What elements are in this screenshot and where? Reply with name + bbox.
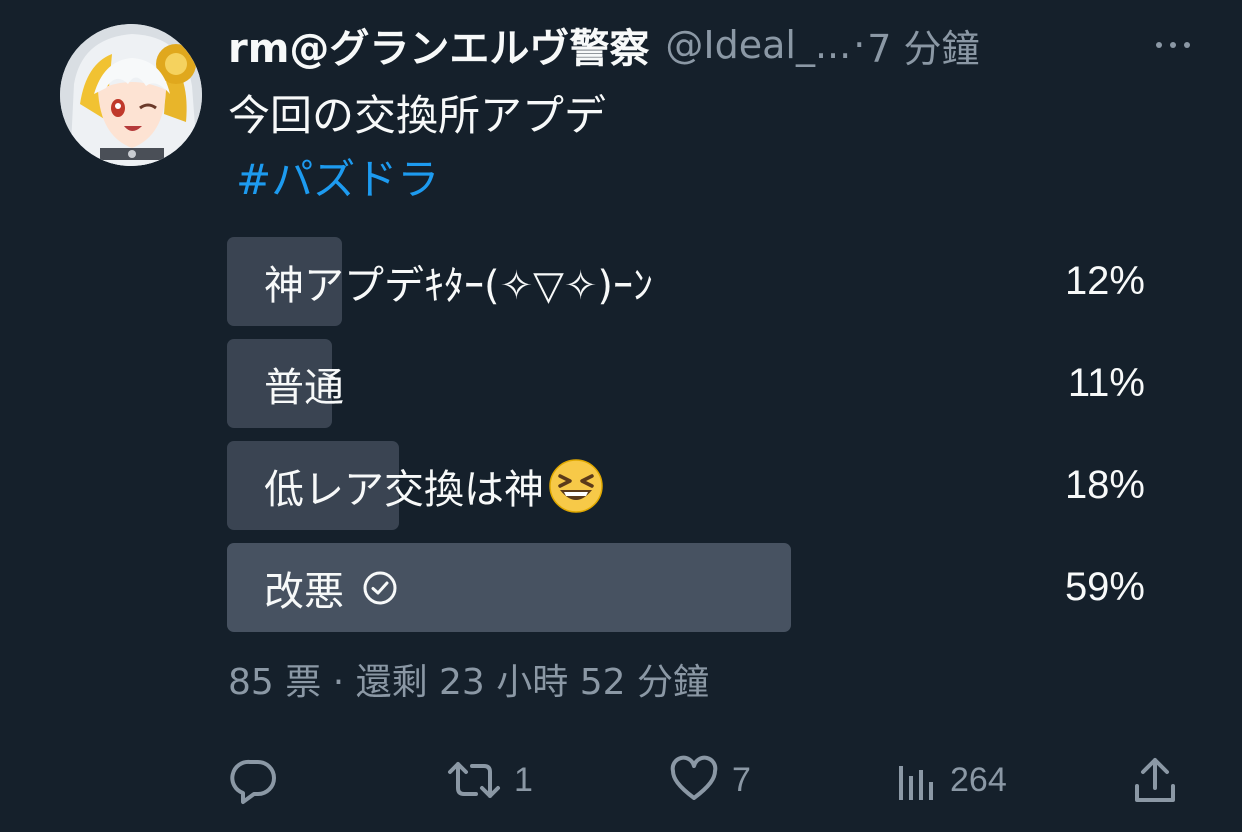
tweet-header: rm@グランエルヴ警察 @Ideal_... · 7 分鐘 (228, 14, 1194, 76)
voted-check-icon (362, 570, 398, 606)
poll-option-label: 低レア交換は神 (264, 441, 604, 530)
share-button[interactable] (1132, 752, 1178, 808)
retweet-count: 1 (514, 760, 533, 799)
more-options-icon[interactable] (1152, 25, 1194, 65)
retweet-icon (446, 754, 502, 806)
avatar-image (60, 24, 202, 166)
poll-option: 低レア交換は神 18% (227, 441, 1145, 530)
like-count: 7 (732, 760, 751, 799)
avatar[interactable] (60, 24, 202, 166)
timestamp[interactable]: 7 分鐘 (867, 18, 979, 73)
views-count: 264 (950, 760, 1007, 799)
poll-option-percent: 18% (1064, 463, 1145, 507)
poll-option-percent: 12% (1064, 259, 1145, 303)
poll-option: 普通 11% (227, 339, 1145, 428)
separator-dot: · (853, 23, 866, 67)
poll-option: 神アプデｷﾀｰ(✧▽✧)ｰﾝ 12% (227, 237, 1145, 326)
poll-meta: 85 票 · 還剩 23 小時 52 分鐘 (228, 662, 709, 703)
reply-button[interactable] (228, 752, 280, 808)
poll-option-label: 神アプデｷﾀｰ(✧▽✧)ｰﾝ (264, 237, 653, 326)
poll-option: 改悪 59% (227, 543, 1145, 632)
retweet-button[interactable]: 1 (446, 752, 533, 808)
poll-option-text: 普通 (264, 364, 344, 411)
poll-option-percent: 59% (1064, 565, 1145, 609)
poll-option-label: 普通 (264, 339, 344, 428)
poll-option-text: 改悪 (264, 568, 344, 615)
grinning-squinting-face-icon (548, 458, 604, 514)
poll-option-text: 低レア交換は神 (264, 466, 544, 513)
poll-option-text: 神アプデｷﾀｰ(✧▽✧)ｰﾝ (264, 262, 654, 309)
like-button[interactable]: 7 (668, 752, 751, 808)
views-icon (896, 754, 938, 806)
poll-option-percent: 11% (1067, 361, 1145, 405)
user-handle[interactable]: @Ideal_... (665, 23, 851, 67)
display-name[interactable]: rm@グランエルヴ警察 (228, 16, 649, 74)
reply-icon (228, 754, 280, 806)
share-icon (1132, 754, 1178, 806)
tweet-text: 今回の交換所アプデ (228, 91, 607, 140)
hashtag-link[interactable]: #パズドラ (236, 150, 439, 210)
poll-option-label: 改悪 (264, 543, 398, 632)
views-button[interactable]: 264 (896, 752, 1007, 808)
heart-icon (668, 754, 720, 806)
